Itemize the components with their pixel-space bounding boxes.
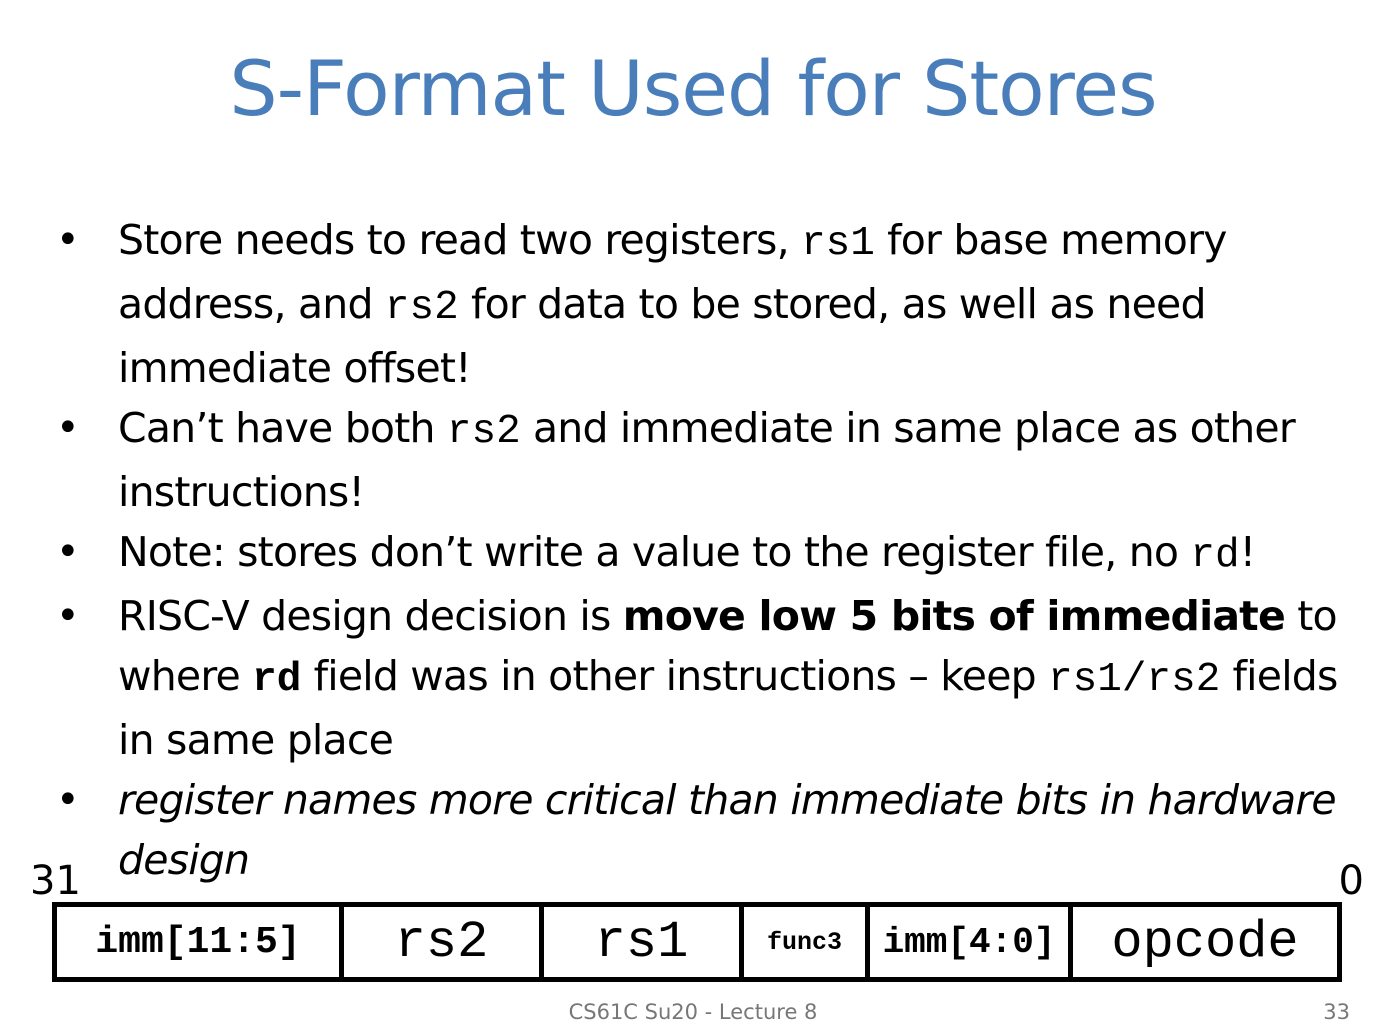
bullet-item: • Note: stores don’t write a value to the…	[56, 522, 1368, 586]
page-number: 33	[1323, 1000, 1350, 1024]
field-opcode: opcode	[1111, 912, 1299, 972]
bullet-text: Can’t have both	[118, 404, 447, 452]
field-imm-4-0: imm[4:0]	[870, 907, 1073, 977]
field-rs2: rs2	[344, 907, 544, 977]
bullet-text: !	[1239, 528, 1256, 576]
s-format-field-diagram: imm[11:5] rs2 rs1 func3 imm[4:0] opcode	[52, 902, 1342, 982]
bullet-item: • Can’t have both rs2 and immediate in sa…	[56, 398, 1368, 522]
bullet-text: Store needs to read two registers,	[118, 216, 802, 264]
bullet-text: rs2	[384, 285, 459, 331]
bullet-text: rs1	[801, 221, 875, 267]
bullet-text: rs1/rs2	[1048, 657, 1221, 703]
bullet-text: Note: stores don’t write a value to the …	[118, 528, 1191, 576]
footer-lecture: CS61C Su20 - Lecture 8	[568, 1000, 818, 1024]
field-imm-11-5: imm[11:5]	[57, 907, 344, 977]
bullet-list: • Store needs to read two registers, rs1 …	[56, 210, 1368, 890]
bullet-text: field was in other instructions – keep	[301, 652, 1049, 700]
bullet-dot-icon: •	[56, 593, 80, 639]
bullet-dot-icon: •	[56, 529, 80, 575]
bullet-item: • Store needs to read two registers, rs1 …	[56, 210, 1368, 398]
bullet-text: register names more critical than immedi…	[118, 776, 1337, 884]
bullet-text: rd	[1190, 533, 1240, 579]
bit-low-label: 0	[1338, 858, 1364, 904]
bullet-text: move low 5 bits of immediate	[622, 592, 1286, 640]
bullet-dot-icon: •	[56, 777, 80, 823]
bullet-item: • register names more critical than immed…	[56, 770, 1368, 890]
bullet-text: rd	[252, 657, 302, 703]
bullet-text: RISC-V design decision is	[118, 592, 623, 640]
field-rs1: rs1	[544, 907, 744, 977]
field-func3: func3	[744, 907, 870, 977]
bullet-dot-icon: •	[56, 217, 80, 263]
bullet-item: • RISC-V design decision is move low 5 bi…	[56, 586, 1368, 770]
bullet-text: rs2	[446, 409, 521, 455]
slide-title: S-Format Used for Stores	[229, 44, 1157, 133]
bullet-dot-icon: •	[56, 405, 80, 451]
bit-high-label: 31	[30, 858, 81, 904]
